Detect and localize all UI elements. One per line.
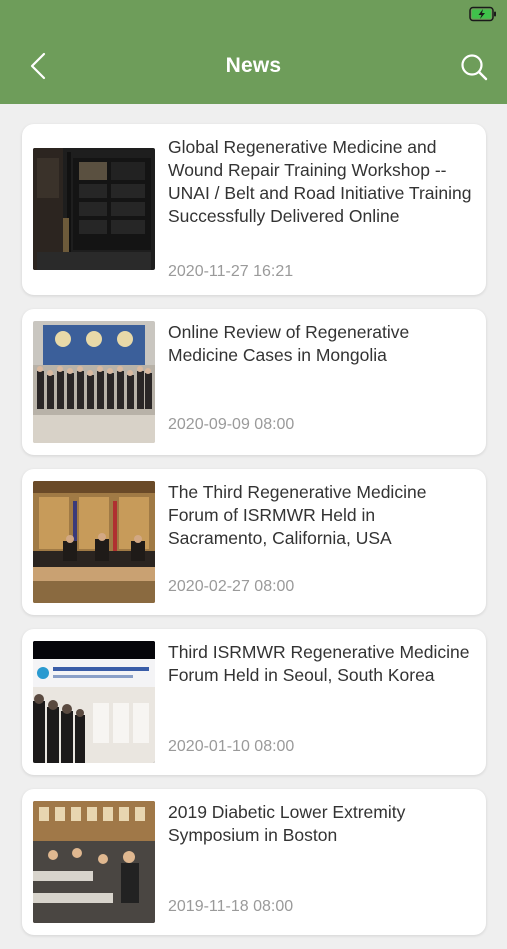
news-thumbnail <box>33 481 155 603</box>
news-thumbnail <box>33 641 155 763</box>
news-list: Global Regenerative Medicine and Wound R… <box>22 124 486 949</box>
news-date: 2020-02-27 08:00 <box>168 578 295 595</box>
news-card[interactable]: 2019 Diabetic Lower Extremity Symposium … <box>22 789 486 935</box>
battery-charging-icon <box>469 6 497 22</box>
news-title: The Third Regenerative Medicine Forum of… <box>168 482 427 548</box>
news-thumbnail <box>33 321 155 443</box>
news-card[interactable]: The Third Regenerative Medicine Forum of… <box>22 469 486 615</box>
search-icon <box>461 54 488 81</box>
news-date: 2020-01-10 08:00 <box>168 738 295 755</box>
news-date: 2020-11-27 16:21 <box>168 263 294 280</box>
news-title: 2019 Diabetic Lower Extremity Symposium … <box>168 802 406 845</box>
app-header: News <box>0 0 507 104</box>
news-thumbnail <box>33 148 155 270</box>
news-title: Third ISRMWR Regenerative Medicine Forum… <box>168 642 470 685</box>
news-card[interactable]: Global Regenerative Medicine and Wound R… <box>22 124 486 295</box>
news-date: 2019-11-18 08:00 <box>168 898 294 915</box>
news-card[interactable]: Online Review of Regenerative Medicine C… <box>22 309 486 455</box>
news-date: 2020-09-09 08:00 <box>168 416 295 433</box>
search-button[interactable] <box>459 52 489 82</box>
news-card[interactable]: Third ISRMWR Regenerative Medicine Forum… <box>22 629 486 775</box>
news-title: Global Regenerative Medicine and Wound R… <box>168 137 472 226</box>
news-title: Online Review of Regenerative Medicine C… <box>168 322 410 365</box>
page-title: News <box>225 54 282 77</box>
news-thumbnail <box>33 801 155 923</box>
